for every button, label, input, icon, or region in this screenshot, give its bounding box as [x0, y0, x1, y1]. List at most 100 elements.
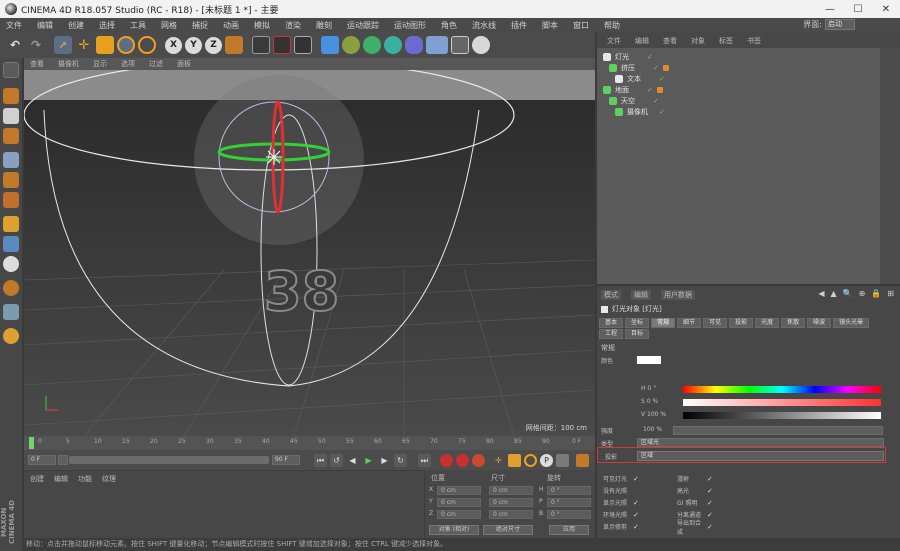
list-item[interactable]: 灯光 ✓: [603, 52, 653, 62]
menu-plugins[interactable]: 插件: [511, 20, 527, 31]
viewport-menu-display[interactable]: 显示: [93, 59, 107, 69]
position-key-icon[interactable]: ✛: [492, 454, 505, 467]
material-tag-icon[interactable]: [662, 65, 669, 71]
select-cursor-icon[interactable]: ➚: [54, 36, 72, 54]
cube-icon[interactable]: [321, 36, 339, 54]
preview-start-field[interactable]: [58, 455, 68, 465]
tab-shadow[interactable]: 投影: [729, 318, 754, 328]
3d-viewport[interactable]: 38 网格间距：100 cm: [24, 70, 595, 436]
menu-render[interactable]: 渲染: [285, 20, 301, 31]
tab-basic[interactable]: 基本: [599, 318, 624, 328]
object-menu-edit[interactable]: 编辑: [635, 36, 649, 46]
export-to-compositing-checkbox[interactable]: ✓: [707, 523, 713, 531]
menu-pipeline[interactable]: 流水线: [472, 20, 496, 31]
gi-illumination-checkbox[interactable]: ✓: [707, 499, 713, 507]
coordinate-mode-dropdown[interactable]: 对象 (相对): [429, 525, 479, 535]
viewport-menu-options[interactable]: 选项: [121, 59, 135, 69]
object-menu-view[interactable]: 查看: [663, 36, 677, 46]
preview-range-slider[interactable]: [69, 456, 269, 464]
autokey-icon[interactable]: [456, 454, 469, 467]
ambient-illumination-checkbox[interactable]: ✓: [633, 511, 639, 519]
menu-file[interactable]: 文件: [6, 20, 22, 31]
camera-icon[interactable]: [451, 36, 469, 54]
visible-light-checkbox[interactable]: ✓: [633, 475, 639, 483]
hue-slider[interactable]: [683, 386, 881, 393]
scale-key-icon[interactable]: [508, 454, 521, 467]
points-mode-icon[interactable]: [3, 152, 19, 168]
material-menu-function[interactable]: 功能: [78, 474, 92, 484]
object-menu-tags[interactable]: 标签: [719, 36, 733, 46]
play-icon[interactable]: ▶: [362, 454, 375, 467]
menu-snap[interactable]: 捕捉: [192, 20, 208, 31]
coordinate-system-icon[interactable]: [225, 36, 243, 54]
light-bulb-icon[interactable]: [472, 36, 490, 54]
tab-visibility[interactable]: 可见: [703, 318, 728, 328]
specular-checkbox[interactable]: ✓: [707, 487, 713, 495]
keyframe-selection-icon[interactable]: [472, 454, 485, 467]
visibility-check-icon[interactable]: ✓: [647, 86, 653, 94]
make-editable-icon[interactable]: [3, 62, 19, 78]
timeline-ruler[interactable]: 0 5 10 15 20 25 30 35 40 45 50 55 60 65 …: [24, 436, 595, 450]
value-slider[interactable]: [683, 412, 881, 419]
up-arrow-icon[interactable]: ▲: [831, 289, 837, 298]
time-cursor[interactable]: [29, 437, 34, 449]
size-mode-dropdown[interactable]: 绝对尺寸: [483, 525, 533, 535]
locked-workplane-icon[interactable]: [3, 328, 19, 344]
rotation-key-icon[interactable]: [524, 454, 537, 467]
y-axis-lock-icon[interactable]: Y: [185, 36, 202, 54]
viewport-menu-panel[interactable]: 面板: [177, 59, 191, 69]
diffuse-checkbox[interactable]: ✓: [707, 475, 713, 483]
tab-details[interactable]: 细节: [677, 318, 702, 328]
record-icon[interactable]: [440, 454, 453, 467]
z-axis-lock-icon[interactable]: Z: [205, 36, 222, 54]
intensity-slider[interactable]: [673, 426, 883, 435]
minimize-button[interactable]: —: [816, 0, 844, 18]
end-frame-field[interactable]: 90 F: [272, 455, 300, 465]
move-icon[interactable]: ✛: [75, 36, 93, 54]
tab-coordinates[interactable]: 坐标: [625, 318, 650, 328]
back-arrow-icon[interactable]: ◀: [818, 289, 824, 298]
scale-icon[interactable]: [96, 36, 114, 54]
menu-select[interactable]: 选择: [99, 20, 115, 31]
next-frame-icon[interactable]: ▶: [378, 454, 391, 467]
menu-create[interactable]: 创建: [68, 20, 84, 31]
parameter-key-icon[interactable]: P: [540, 454, 553, 467]
list-item[interactable]: 摄像机 ✓: [615, 107, 665, 117]
lock-icon[interactable]: 🔒: [871, 289, 881, 298]
menu-character[interactable]: 角色: [441, 20, 457, 31]
list-item[interactable]: 挤压 ✓: [609, 63, 669, 73]
menu-tools[interactable]: 工具: [130, 20, 146, 31]
material-tag-icon[interactable]: [656, 87, 663, 93]
tab-photometric[interactable]: 光度: [755, 318, 780, 328]
menu-mesh[interactable]: 网格: [161, 20, 177, 31]
edges-mode-icon[interactable]: [3, 172, 19, 188]
tab-noise[interactable]: 噪波: [807, 318, 832, 328]
separate-pass-checkbox[interactable]: ✓: [707, 511, 713, 519]
maximize-button[interactable]: ☐: [844, 0, 872, 18]
material-menu-create[interactable]: 创建: [30, 474, 44, 484]
tab-target[interactable]: 目标: [625, 329, 650, 339]
tab-lens-glow[interactable]: 镜头光晕: [833, 318, 870, 328]
viewport-menu-filter[interactable]: 过滤: [149, 59, 163, 69]
object-menu-bookmarks[interactable]: 书签: [747, 36, 761, 46]
next-key-icon[interactable]: ↻: [394, 454, 407, 467]
menu-window[interactable]: 窗口: [573, 20, 589, 31]
rotate-icon[interactable]: [117, 36, 135, 54]
menu-simulate[interactable]: 模拟: [254, 20, 270, 31]
tab-general[interactable]: 常规: [651, 318, 676, 328]
attribute-menu-mode[interactable]: 模式: [601, 290, 621, 300]
timeline-window-icon[interactable]: [576, 454, 589, 467]
visibility-check-icon[interactable]: ✓: [659, 75, 665, 83]
menu-mograph[interactable]: 运动图形: [394, 20, 426, 31]
render-picture-viewer-icon[interactable]: [273, 36, 291, 54]
start-frame-field[interactable]: 0 F: [28, 455, 56, 465]
previous-frame-icon[interactable]: ◀: [346, 454, 359, 467]
apply-button[interactable]: 应用: [549, 525, 589, 535]
render-view-icon[interactable]: [252, 36, 270, 54]
visibility-check-icon[interactable]: ✓: [659, 108, 665, 116]
menu-help[interactable]: 帮助: [604, 20, 620, 31]
go-to-end-icon[interactable]: ⏭: [418, 454, 431, 467]
new-panel-icon[interactable]: ⊕: [859, 289, 866, 298]
tab-caustics[interactable]: 焦散: [781, 318, 806, 328]
list-item[interactable]: 文本 ✓: [615, 74, 665, 84]
